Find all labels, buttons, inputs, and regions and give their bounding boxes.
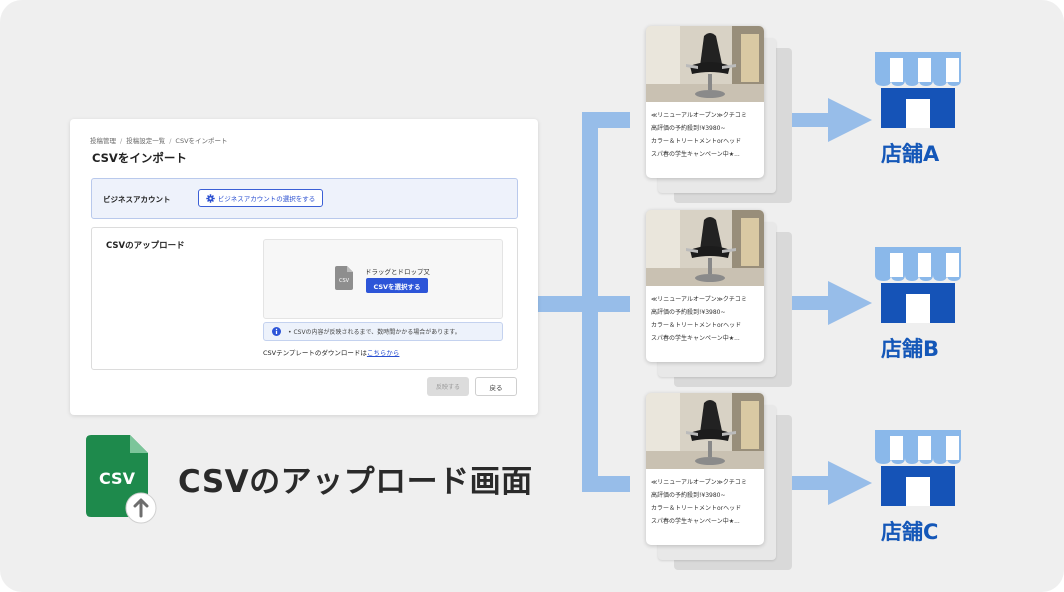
info-notice: • CSVの内容が反映されるまで、数時間かかる場合があります。 [263, 322, 503, 341]
post-card-line: 高評価の予約殺到!¥3980~ [651, 125, 726, 132]
store-arrow-head-a [828, 98, 872, 142]
csv-upload-icon-text: CSV [99, 469, 136, 488]
salon-chair-photo [646, 210, 764, 286]
submit-button[interactable]: 反映する [427, 377, 469, 396]
store-arrow-head-c [828, 461, 872, 505]
business-account-label: ビジネスアカウント [103, 195, 171, 204]
breadcrumb-item-current: CSVをインポート [175, 137, 228, 145]
store-label-c: 店舗C [881, 520, 939, 544]
post-card-line: ≪リニューアルオープン≫クチコミ [651, 112, 747, 119]
template-download-text: CSVテンプレートのダウンロードはこちらから [263, 347, 399, 357]
post-card-line: ≪リニューアルオープン≫クチコミ [651, 296, 747, 303]
breadcrumb-separator: / [169, 137, 172, 145]
page-title: CSVをインポート [92, 151, 187, 165]
select-business-account-button[interactable]: ビジネスアカウントの選択をする [198, 189, 323, 207]
salon-chair-photo [646, 26, 764, 102]
post-card[interactable]: ≪リニューアルオープン≫クチコミ 高評価の予約殺到!¥3980~ カラー＆トリー… [646, 210, 764, 362]
flow-branch-top [582, 112, 630, 128]
store-label-b: 店舗B [881, 337, 940, 361]
caption: CSVのアップロード画面 [178, 464, 533, 500]
post-card-line: 高評価の予約殺到!¥3980~ [651, 309, 726, 316]
post-card-line: カラー＆トリートメントorヘッド [651, 322, 742, 329]
post-card-text: ≪リニューアルオープン≫クチコミ 高評価の予約殺到!¥3980~ カラー＆トリー… [651, 109, 761, 161]
info-text: • CSVの内容が反映されるまで、数時間かかる場合があります。 [288, 329, 461, 336]
breadcrumb-item-post-settings[interactable]: 投稿設定一覧 [126, 137, 165, 145]
flow-branch-bottom [582, 476, 630, 492]
post-card-line: スパ春の学生キャンペーン中★... [651, 151, 740, 158]
post-card[interactable]: ≪リニューアルオープン≫クチコミ 高評価の予約殺到!¥3980~ カラー＆トリー… [646, 26, 764, 178]
store-arrow-head-b [828, 281, 872, 325]
breadcrumb: 投稿管理 / 投稿設定一覧 / CSVをインポート [90, 135, 228, 145]
post-card-line: 高評価の予約殺到!¥3980~ [651, 492, 726, 499]
csv-upload-label: CSVのアップロード [106, 241, 185, 251]
store-label-a: 店舗A [881, 142, 940, 166]
store-icon [875, 52, 961, 128]
breadcrumb-item-posts[interactable]: 投稿管理 [90, 137, 116, 145]
store-icon [875, 430, 961, 506]
post-card-line: カラー＆トリートメントorヘッド [651, 505, 742, 512]
business-account-section: ビジネスアカウント ビジネスアカウントの選択をする [91, 178, 518, 219]
select-business-account-label: ビジネスアカウントの選択をする [217, 195, 316, 203]
flow-branch-middle [582, 296, 630, 312]
post-card-text: ≪リニューアルオープン≫クチコミ 高評価の予約殺到!¥3980~ カラー＆トリー… [651, 476, 761, 528]
template-download-link[interactable]: こちらから [367, 349, 400, 357]
post-card-text: ≪リニューアルオープン≫クチコミ 高評価の予約殺到!¥3980~ カラー＆トリー… [651, 293, 761, 345]
drag-and-drop-text: ドラッグとドロップ又 [365, 268, 430, 276]
post-card-stack-a: ≪リニューアルオープン≫クチコミ 高評価の予約殺到!¥3980~ カラー＆トリー… [646, 26, 816, 203]
post-card-line: スパ春の学生キャンペーン中★... [651, 518, 740, 525]
csv-import-panel: 投稿管理 / 投稿設定一覧 / CSVをインポート CSVをインポート ビジネスアカウン… [70, 119, 538, 415]
info-icon [272, 327, 281, 336]
canvas: 投稿管理 / 投稿設定一覧 / CSVをインポート CSVをインポート ビジネスアカウン… [0, 0, 1064, 592]
post-card-stack-c: ≪リニューアルオープン≫クチコミ 高評価の予約殺到!¥3980~ カラー＆トリー… [646, 393, 816, 570]
store-icon [875, 247, 961, 323]
csv-file-icon-text: CSV [339, 278, 350, 284]
select-csv-button[interactable]: CSVを選択する [366, 278, 428, 293]
salon-chair-photo [646, 393, 764, 469]
post-card-line: ≪リニューアルオープン≫クチコミ [651, 479, 747, 486]
csv-upload-section: CSVのアップロード CSV ドラッグとドロップ又 CSVを選択する • CSV… [91, 227, 518, 370]
breadcrumb-separator: / [120, 137, 123, 145]
csv-file-icon: CSV [335, 266, 353, 290]
post-card-stack-b: ≪リニューアルオープン≫クチコミ 高評価の予約殺到!¥3980~ カラー＆トリー… [646, 210, 816, 387]
upload-arrow-icon [125, 492, 157, 524]
csv-upload-icon: CSV [86, 435, 157, 524]
template-download-prefix: CSVテンプレートのダウンロードは [263, 349, 367, 357]
back-button[interactable]: 戻る [475, 377, 517, 396]
gear-icon [206, 193, 215, 203]
post-card[interactable]: ≪リニューアルオープン≫クチコミ 高評価の予約殺到!¥3980~ カラー＆トリー… [646, 393, 764, 545]
post-card-line: カラー＆トリートメントorヘッド [651, 138, 742, 145]
post-card-line: スパ春の学生キャンペーン中★... [651, 335, 740, 342]
csv-dropzone[interactable]: CSV ドラッグとドロップ又 CSVを選択する [263, 239, 503, 319]
